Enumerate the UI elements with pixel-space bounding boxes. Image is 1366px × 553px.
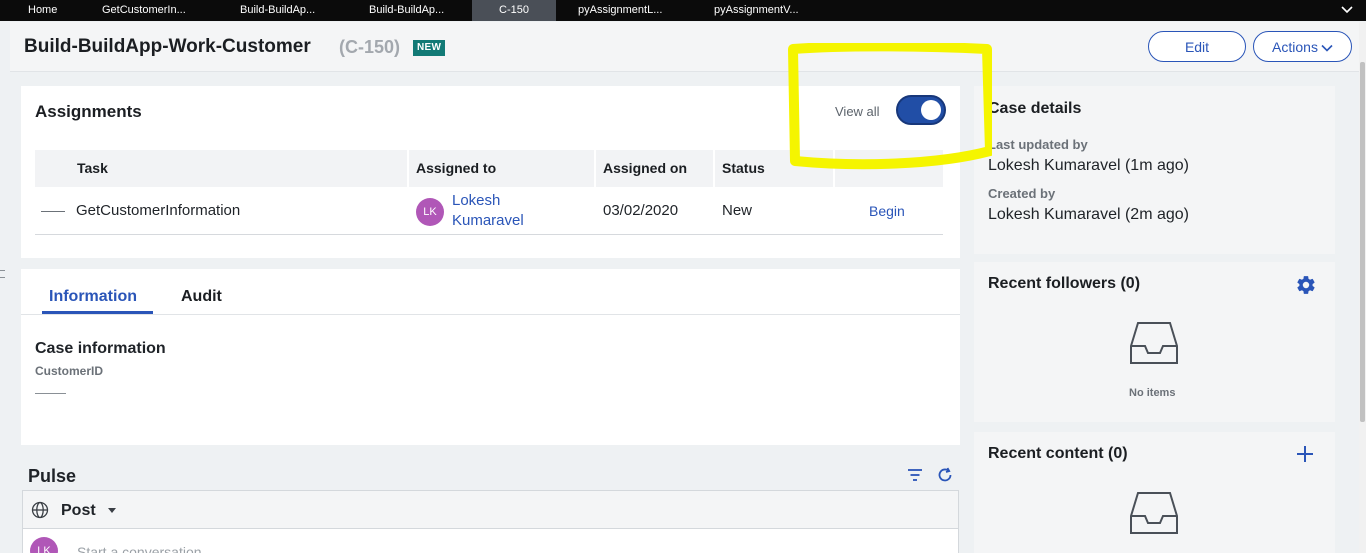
page-title: Build-BuildApp-Work-Customer (24, 36, 311, 57)
row-indent-dash (41, 211, 65, 212)
tab-divider (21, 314, 960, 315)
refresh-icon[interactable] (936, 466, 954, 484)
tab-home[interactable]: Home (28, 0, 57, 21)
status-badge: NEW (413, 40, 446, 56)
assignee-link[interactable]: Lokesh Kumaravel (452, 191, 524, 231)
case-information-title: Case information (35, 340, 166, 357)
avatar: LK (416, 198, 444, 226)
task-name: GetCustomerInformation (76, 202, 241, 219)
created-by-label: Created by (988, 186, 1056, 201)
chevron-down-icon (1321, 44, 1333, 52)
column-header-assigned-on[interactable]: Assigned on (594, 150, 713, 187)
customer-id-label: CustomerID (35, 364, 104, 378)
edge-handle[interactable] (0, 270, 5, 278)
tab-get-customer-info[interactable]: GetCustomerIn... (102, 0, 186, 21)
scrollbar-track[interactable] (1359, 22, 1366, 553)
case-id: (C-150) (339, 37, 401, 57)
case-header: Build-BuildApp-Work-Customer (C-150) NEW… (10, 22, 1364, 72)
add-icon[interactable] (1296, 445, 1314, 463)
avatar: LK (30, 537, 58, 553)
actions-label: Actions (1272, 38, 1318, 55)
pulse-toolbar: Post (23, 491, 958, 529)
last-updated-value: Lokesh Kumaravel (1m ago) (988, 157, 1189, 174)
tab-information[interactable]: Information (49, 288, 137, 306)
actions-button[interactable]: Actions (1253, 31, 1352, 62)
created-by-value: Lokesh Kumaravel (2m ago) (988, 206, 1189, 223)
tab-c-150[interactable]: C-150 (472, 0, 556, 21)
filter-icon[interactable] (906, 466, 924, 484)
empty-inbox-icon (1130, 492, 1178, 534)
last-updated-label: Last updated by (988, 137, 1088, 152)
recent-content-title: Recent content (0) (988, 445, 1128, 462)
no-items-text: No items (1129, 387, 1176, 399)
post-type-label[interactable]: Post (61, 502, 96, 520)
highlight-annotation (788, 43, 992, 170)
assignment-status: New (722, 202, 753, 219)
column-header-task[interactable]: Task (35, 150, 407, 187)
caret-down-icon[interactable] (108, 508, 116, 513)
column-header-assigned-to[interactable]: Assigned to (407, 150, 594, 187)
gear-icon[interactable] (1295, 274, 1317, 296)
empty-inbox-icon (1130, 322, 1178, 364)
tab-build-buildapp-2[interactable]: Build-BuildAp... (369, 0, 444, 21)
chevron-down-icon[interactable] (1340, 3, 1354, 17)
scrollbar-thumb[interactable] (1360, 62, 1365, 422)
assignments-title: Assignments (35, 102, 142, 121)
case-details-title: Case details (988, 100, 1082, 117)
tab-audit[interactable]: Audit (181, 288, 222, 306)
tab-strip: Home GetCustomerIn... Build-BuildAp... B… (0, 0, 1366, 21)
tab-build-buildapp-1[interactable]: Build-BuildAp... (240, 0, 315, 21)
tab-pyassignment-v[interactable]: pyAssignmentV... (714, 0, 799, 21)
assignee-first-name: Lokesh (452, 192, 501, 209)
pulse-title: Pulse (28, 466, 77, 486)
customer-id-empty-value (35, 393, 66, 394)
recent-followers-title: Recent followers (0) (988, 275, 1141, 292)
pulse-composer: Post LK Start a conversation (22, 490, 959, 553)
assigned-on-date: 03/02/2020 (603, 202, 679, 219)
table-row: GetCustomerInformation LK Lokesh Kumarave… (35, 188, 943, 235)
tab-pyassignment-l[interactable]: pyAssignmentL... (578, 0, 662, 21)
begin-link[interactable]: Begin (869, 203, 905, 219)
globe-icon[interactable] (31, 501, 49, 519)
conversation-input[interactable]: Start a conversation (77, 544, 202, 553)
edit-button[interactable]: Edit (1148, 31, 1246, 62)
assignee-last-name: Kumaravel (452, 212, 524, 229)
